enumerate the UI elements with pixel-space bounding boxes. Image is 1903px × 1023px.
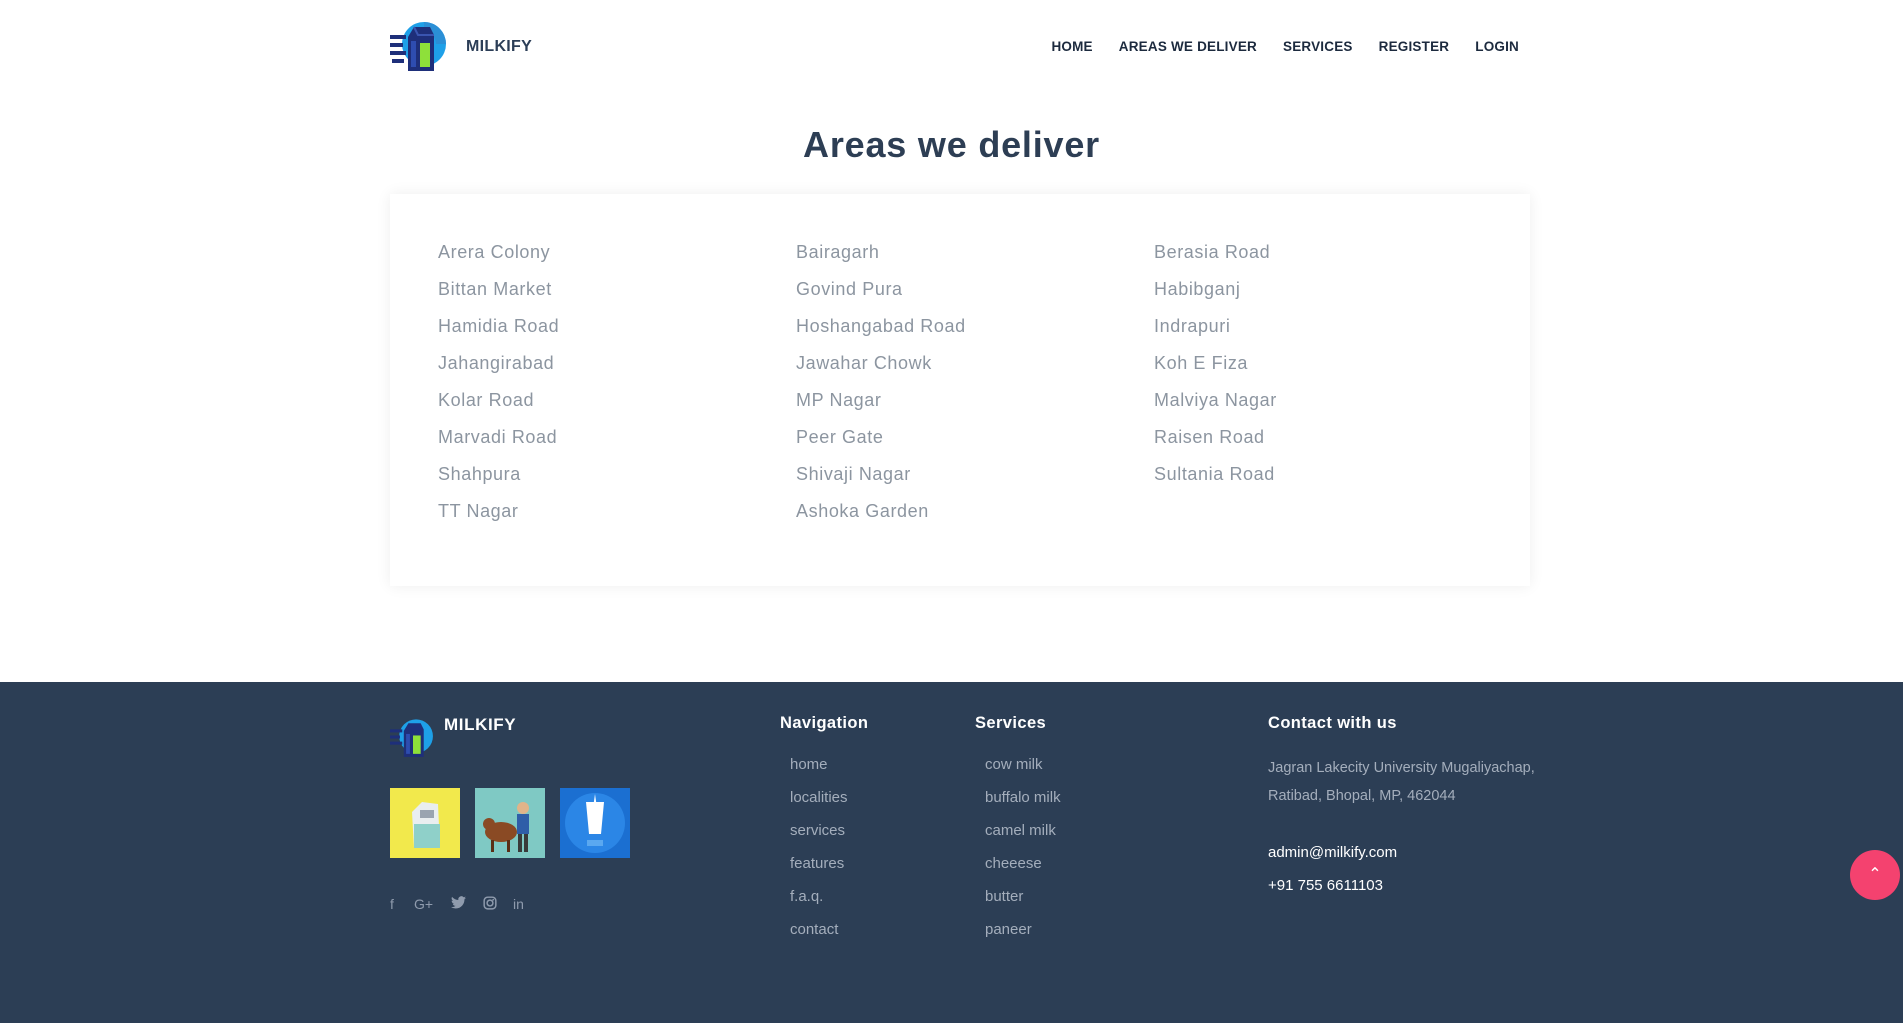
page: MILKIFY HOME AREAS WE DELIVER SERVICES R… (0, 0, 1903, 1023)
area-item[interactable]: Raisen Road (1154, 427, 1265, 448)
nav-register[interactable]: REGISTER (1379, 39, 1450, 54)
contact-phone: +91 755 6611103 (1268, 877, 1383, 894)
areas-card: Arera Colony Bairagarh Berasia Road Bitt… (390, 194, 1530, 586)
nav-services[interactable]: SERVICES (1283, 39, 1353, 54)
area-item[interactable]: MP Nagar (796, 390, 882, 411)
area-item[interactable]: TT Nagar (438, 501, 519, 522)
footer-service-buffalo-milk[interactable]: buffalo milk (985, 789, 1061, 822)
cow-farmer-image (475, 788, 545, 858)
footer-service-paneer[interactable]: paneer (985, 921, 1061, 954)
footer-service-cheese[interactable]: cheeese (985, 855, 1061, 888)
area-item[interactable]: Hoshangabad Road (796, 316, 966, 337)
chevron-up-icon: ⌃ (1868, 866, 1882, 883)
milk-carton-logo-icon[interactable] (390, 15, 450, 75)
footer-service-camel-milk[interactable]: camel milk (985, 822, 1061, 855)
twitter-icon[interactable] (451, 896, 466, 912)
nav-areas-we-deliver[interactable]: AREAS WE DELIVER (1119, 39, 1257, 54)
area-item[interactable]: Govind Pura (796, 279, 903, 300)
linkedin-icon[interactable]: in (513, 896, 524, 912)
page-title: Areas we deliver (803, 124, 1100, 165)
area-item[interactable]: Arera Colony (438, 242, 550, 263)
site-footer: MILKIFY f G+ in Navigation home localiti… (0, 682, 1903, 1023)
contact-address: Jagran Lakecity University Mugaliyachap,… (1268, 760, 1535, 804)
area-item[interactable]: Marvadi Road (438, 427, 557, 448)
nav-home[interactable]: HOME (1051, 39, 1092, 54)
area-item[interactable]: Hamidia Road (438, 316, 559, 337)
footer-services-list: cow milk buffalo milk camel milk cheeese… (985, 756, 1061, 954)
facebook-icon[interactable]: f (390, 896, 394, 912)
area-item[interactable]: Peer Gate (796, 427, 883, 448)
footer-nav-faq[interactable]: f.a.q. (790, 888, 848, 921)
area-item[interactable]: Bairagarh (796, 242, 879, 263)
footer-nav-contact[interactable]: contact (790, 921, 848, 954)
milk-carton-logo-icon[interactable] (390, 714, 436, 760)
area-item[interactable]: Jahangirabad (438, 353, 554, 374)
google-plus-icon[interactable]: G+ (414, 896, 433, 912)
footer-nav-localities[interactable]: localities (790, 789, 848, 822)
area-item[interactable]: Berasia Road (1154, 242, 1270, 263)
area-item[interactable]: Bittan Market (438, 279, 552, 300)
area-item[interactable]: Shahpura (438, 464, 521, 485)
area-item[interactable]: Indrapuri (1154, 316, 1230, 337)
main-nav: HOME AREAS WE DELIVER SERVICES REGISTER … (1025, 39, 1519, 54)
footer-nav-home[interactable]: home (790, 756, 848, 789)
area-item[interactable]: Habibganj (1154, 279, 1240, 300)
footer-service-cow-milk[interactable]: cow milk (985, 756, 1061, 789)
area-item[interactable]: Jawahar Chowk (796, 353, 932, 374)
milk-glass-image (560, 788, 630, 858)
footer-navigation-heading: Navigation (780, 714, 869, 732)
area-item[interactable]: Kolar Road (438, 390, 534, 411)
scroll-to-top-button[interactable]: ⌃ (1850, 850, 1900, 900)
footer-services-heading: Services (975, 714, 1047, 732)
site-header: MILKIFY HOME AREAS WE DELIVER SERVICES R… (0, 0, 1903, 94)
milk-carton-image (390, 788, 460, 858)
footer-service-butter[interactable]: butter (985, 888, 1061, 921)
brand-name[interactable]: MILKIFY (466, 38, 532, 56)
instagram-icon[interactable] (483, 896, 497, 913)
area-item[interactable]: Shivaji Nagar (796, 464, 911, 485)
footer-navigation-list: home localities services features f.a.q.… (790, 756, 848, 954)
area-item[interactable]: Malviya Nagar (1154, 390, 1277, 411)
nav-login[interactable]: LOGIN (1475, 39, 1519, 54)
footer-nav-services[interactable]: services (790, 822, 848, 855)
area-item[interactable]: Sultania Road (1154, 464, 1275, 485)
area-item[interactable]: Ashoka Garden (796, 501, 929, 522)
footer-contact-heading: Contact with us (1268, 714, 1397, 732)
footer-nav-features[interactable]: features (790, 855, 848, 888)
contact-email[interactable]: admin@milkify.com (1268, 844, 1397, 861)
footer-brand: MILKIFY (444, 715, 517, 734)
area-item[interactable]: Koh E Fiza (1154, 353, 1248, 374)
